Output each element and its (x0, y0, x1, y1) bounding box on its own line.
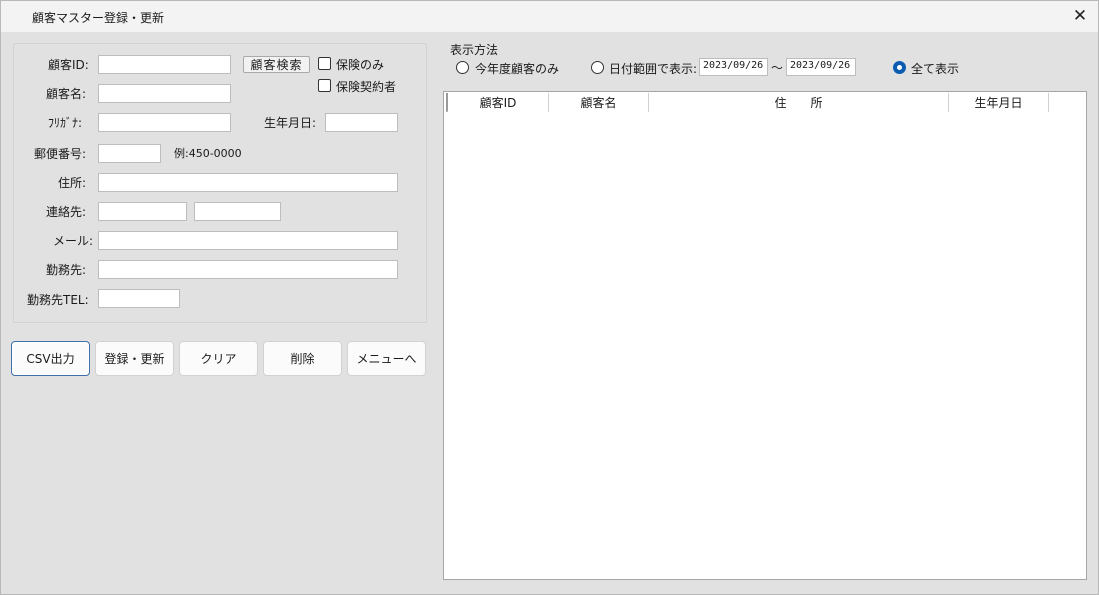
delete-button[interactable]: 削除 (263, 341, 342, 376)
customer-id-label: 顧客ID: (48, 58, 89, 72)
column-header-birthdate[interactable]: 生年月日 (949, 93, 1049, 112)
date-range-tilde: ～ (771, 61, 784, 75)
close-button[interactable]: ✕ (1066, 3, 1094, 29)
display-method-title: 表示方法 (450, 43, 499, 57)
date-from-input[interactable]: 2023/09/26 (699, 58, 768, 76)
workplace-tel-input[interactable] (98, 289, 180, 308)
customer-id-input[interactable] (98, 55, 231, 74)
clear-button[interactable]: クリア (179, 341, 258, 376)
furigana-label: ﾌﾘｶﾞﾅ: (48, 116, 83, 130)
contact-label: 連絡先: (46, 205, 87, 219)
radio-show-all[interactable] (893, 61, 906, 74)
customer-table[interactable]: 顧客ID 顧客名 住 所 生年月日 (443, 91, 1087, 580)
insurance-contract-label: 保険契約者 (336, 80, 397, 94)
menu-button[interactable]: メニューへ (347, 341, 426, 376)
customer-search-button[interactable]: 顧客検索 (243, 56, 310, 73)
date-to-input[interactable]: 2023/09/26 (786, 58, 856, 76)
close-icon: ✕ (1072, 6, 1088, 26)
title-bar: 顧客マスター登録・更新 ✕ (1, 1, 1098, 32)
csv-export-button[interactable]: CSV出力 (11, 341, 90, 376)
insurance-contract-checkbox[interactable] (318, 79, 331, 92)
column-header-address[interactable]: 住 所 (649, 93, 949, 112)
birthdate-label: 生年月日: (264, 116, 317, 130)
workplace-tel-label: 勤務先TEL: (27, 293, 89, 307)
radio-date-range-label: 日付範囲で表示: (609, 62, 698, 76)
postal-code-input[interactable] (98, 144, 161, 163)
address-label: 住所: (58, 176, 87, 190)
address-input[interactable] (98, 173, 398, 192)
customer-name-label: 顧客名: (46, 87, 87, 101)
insurance-only-checkbox[interactable] (318, 57, 331, 70)
email-label: メール: (53, 234, 94, 248)
furigana-input[interactable] (98, 113, 231, 132)
radio-current-year[interactable] (456, 61, 469, 74)
radio-date-range[interactable] (591, 61, 604, 74)
customer-master-window: 顧客マスター登録・更新 ✕ 顧客ID: 顧客検索 保険のみ 保険契約者 顧客名:… (0, 0, 1099, 595)
postal-code-label: 郵便番号: (34, 147, 87, 161)
workplace-input[interactable] (98, 260, 398, 279)
workplace-label: 勤務先: (46, 263, 87, 277)
column-header-customer-id[interactable]: 顧客ID (448, 93, 549, 112)
postal-code-example: 例:450-0000 (174, 147, 242, 160)
column-header-customer-name[interactable]: 顧客名 (549, 93, 649, 112)
birthdate-input[interactable] (325, 113, 398, 132)
radio-show-all-label: 全て表示 (911, 62, 960, 76)
contact-2-input[interactable] (194, 202, 281, 221)
insurance-only-label: 保険のみ (336, 58, 385, 72)
email-input[interactable] (98, 231, 398, 250)
window-title: 顧客マスター登録・更新 (32, 11, 165, 25)
radio-current-year-label: 今年度顧客のみ (475, 62, 560, 76)
register-update-button[interactable]: 登録・更新 (95, 341, 174, 376)
customer-name-input[interactable] (98, 84, 231, 103)
table-header: 顧客ID 顧客名 住 所 生年月日 (446, 93, 1049, 112)
contact-1-input[interactable] (98, 202, 187, 221)
